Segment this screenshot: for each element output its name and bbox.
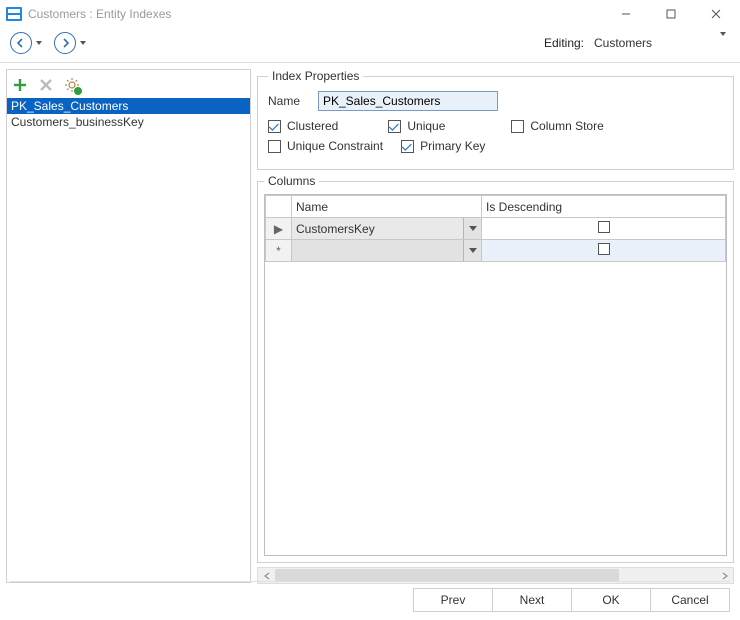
footer-divider (10, 581, 730, 582)
checkbox-label: Clustered (287, 119, 338, 133)
close-button[interactable] (693, 0, 738, 28)
nav-back-button[interactable] (10, 32, 32, 54)
index-list-pane: PK_Sales_Customers Customers_businessKey (6, 69, 251, 583)
columns-grid[interactable]: Name Is Descending ▶ CustomersKey (264, 194, 727, 556)
title-bar: Customers : Entity Indexes (0, 0, 740, 28)
name-label: Name (268, 94, 318, 108)
nav-back-dropdown[interactable] (34, 41, 44, 45)
checkbox-icon (388, 120, 401, 133)
window-title: Customers : Entity Indexes (28, 7, 603, 21)
dropdown-button[interactable] (463, 218, 481, 239)
index-properties-legend: Index Properties (268, 69, 363, 83)
nav-forward-button[interactable] (54, 32, 76, 54)
checkbox-icon (268, 140, 281, 153)
prev-button[interactable]: Prev (413, 588, 493, 612)
is-descending-cell[interactable] (482, 218, 726, 240)
index-name-input[interactable] (318, 91, 498, 111)
maximize-button[interactable] (648, 0, 693, 28)
checkbox-icon (401, 140, 414, 153)
col-header-name[interactable]: Name (292, 196, 482, 218)
checkbox-label: Column Store (530, 119, 603, 133)
editing-dropdown[interactable]: Customers (590, 34, 730, 52)
index-item[interactable]: PK_Sales_Customers (7, 98, 250, 114)
checkbox-label: Unique (407, 119, 445, 133)
primary-key-checkbox[interactable]: Primary Key (401, 139, 485, 153)
editing-label: Editing: (544, 36, 584, 50)
chevron-down-icon (720, 36, 726, 50)
index-list[interactable]: PK_Sales_Customers Customers_businessKey (7, 96, 250, 582)
cancel-button[interactable]: Cancel (650, 588, 730, 612)
app-icon (6, 7, 22, 21)
next-button[interactable]: Next (492, 588, 572, 612)
editing-value: Customers (594, 36, 652, 50)
add-index-button[interactable] (11, 76, 29, 94)
checkbox-label: Unique Constraint (287, 139, 383, 153)
columns-legend: Columns (264, 174, 319, 188)
col-header-desc[interactable]: Is Descending (482, 196, 726, 218)
column-store-checkbox[interactable]: Column Store (511, 119, 603, 133)
column-name-cell[interactable] (292, 240, 482, 262)
nav-toolbar: Editing: Customers (0, 28, 740, 58)
row-marker: * (266, 240, 292, 262)
grid-header-row: Name Is Descending (266, 196, 726, 218)
unique-constraint-checkbox[interactable]: Unique Constraint (268, 139, 383, 153)
checkbox-icon (598, 221, 610, 233)
delete-index-button[interactable] (37, 76, 55, 94)
unique-checkbox[interactable]: Unique (388, 119, 445, 133)
index-item[interactable]: Customers_businessKey (7, 114, 250, 130)
dialog-buttons: Prev Next OK Cancel (414, 588, 730, 612)
column-name-value: CustomersKey (292, 218, 463, 239)
index-list-toolbar (7, 70, 250, 96)
is-descending-cell[interactable] (482, 240, 726, 262)
columns-group: Columns Name Is Descending ▶ CustomersKe… (257, 174, 734, 563)
auto-index-button[interactable] (63, 76, 81, 94)
dropdown-button[interactable] (463, 240, 481, 261)
divider (0, 62, 740, 63)
detail-pane: Index Properties Name Clustered Unique C… (257, 69, 734, 583)
ok-button[interactable]: OK (571, 588, 651, 612)
grid-corner (266, 196, 292, 218)
checkbox-label: Primary Key (420, 139, 485, 153)
checkbox-icon (268, 120, 281, 133)
checkbox-icon (598, 243, 610, 255)
clustered-checkbox[interactable]: Clustered (268, 119, 338, 133)
column-name-value (292, 240, 463, 261)
minimize-button[interactable] (603, 0, 648, 28)
grid-row[interactable]: ▶ CustomersKey (266, 218, 726, 240)
checkbox-icon (511, 120, 524, 133)
row-marker: ▶ (266, 218, 292, 240)
column-name-cell[interactable]: CustomersKey (292, 218, 482, 240)
nav-forward-dropdown[interactable] (78, 41, 88, 45)
index-properties-group: Index Properties Name Clustered Unique C… (257, 69, 734, 170)
grid-new-row[interactable]: * (266, 240, 726, 262)
